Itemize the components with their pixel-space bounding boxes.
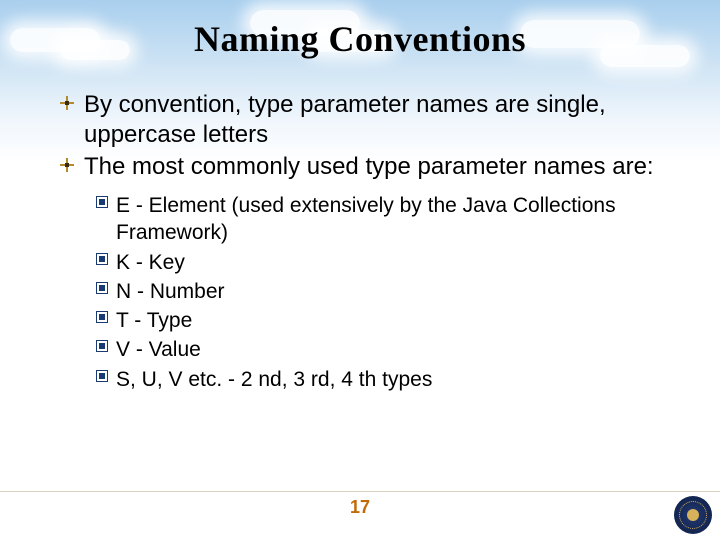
square-bullet-icon (96, 311, 108, 323)
square-bullet-icon (96, 370, 108, 382)
slide-title: Naming Conventions (0, 18, 720, 60)
bullet-text: By convention, type parameter names are … (84, 90, 680, 150)
square-bullet-icon (96, 196, 108, 208)
bullet-item: By convention, type parameter names are … (60, 90, 680, 150)
sub-bullet-text: E - Element (used extensively by the Jav… (116, 192, 680, 247)
sub-bullet-item: S, U, V etc. - 2 nd, 3 rd, 4 th types (96, 366, 680, 393)
square-bullet-icon (96, 340, 108, 352)
sub-bullet-text: N - Number (116, 278, 225, 305)
sub-bullet-text: T - Type (116, 307, 192, 334)
bullet-item: The most commonly used type parameter na… (60, 152, 680, 182)
square-bullet-icon (96, 282, 108, 294)
sub-bullet-text: S, U, V etc. - 2 nd, 3 rd, 4 th types (116, 366, 432, 393)
bullet-icon (60, 158, 74, 172)
institution-logo (674, 496, 712, 534)
footer-divider (0, 491, 720, 492)
sub-bullet-list: E - Element (used extensively by the Jav… (96, 192, 680, 393)
content-area: By convention, type parameter names are … (60, 90, 680, 395)
sub-bullet-text: V - Value (116, 336, 201, 363)
square-bullet-icon (96, 253, 108, 265)
page-number: 17 (0, 497, 720, 518)
sub-bullet-item: V - Value (96, 336, 680, 363)
bullet-icon (60, 96, 74, 110)
sub-bullet-item: T - Type (96, 307, 680, 334)
sub-bullet-text: K - Key (116, 249, 185, 276)
sub-bullet-item: E - Element (used extensively by the Jav… (96, 192, 680, 247)
sub-bullet-item: K - Key (96, 249, 680, 276)
sub-bullet-item: N - Number (96, 278, 680, 305)
slide: Naming Conventions By convention, type p… (0, 0, 720, 540)
bullet-text: The most commonly used type parameter na… (84, 152, 654, 182)
